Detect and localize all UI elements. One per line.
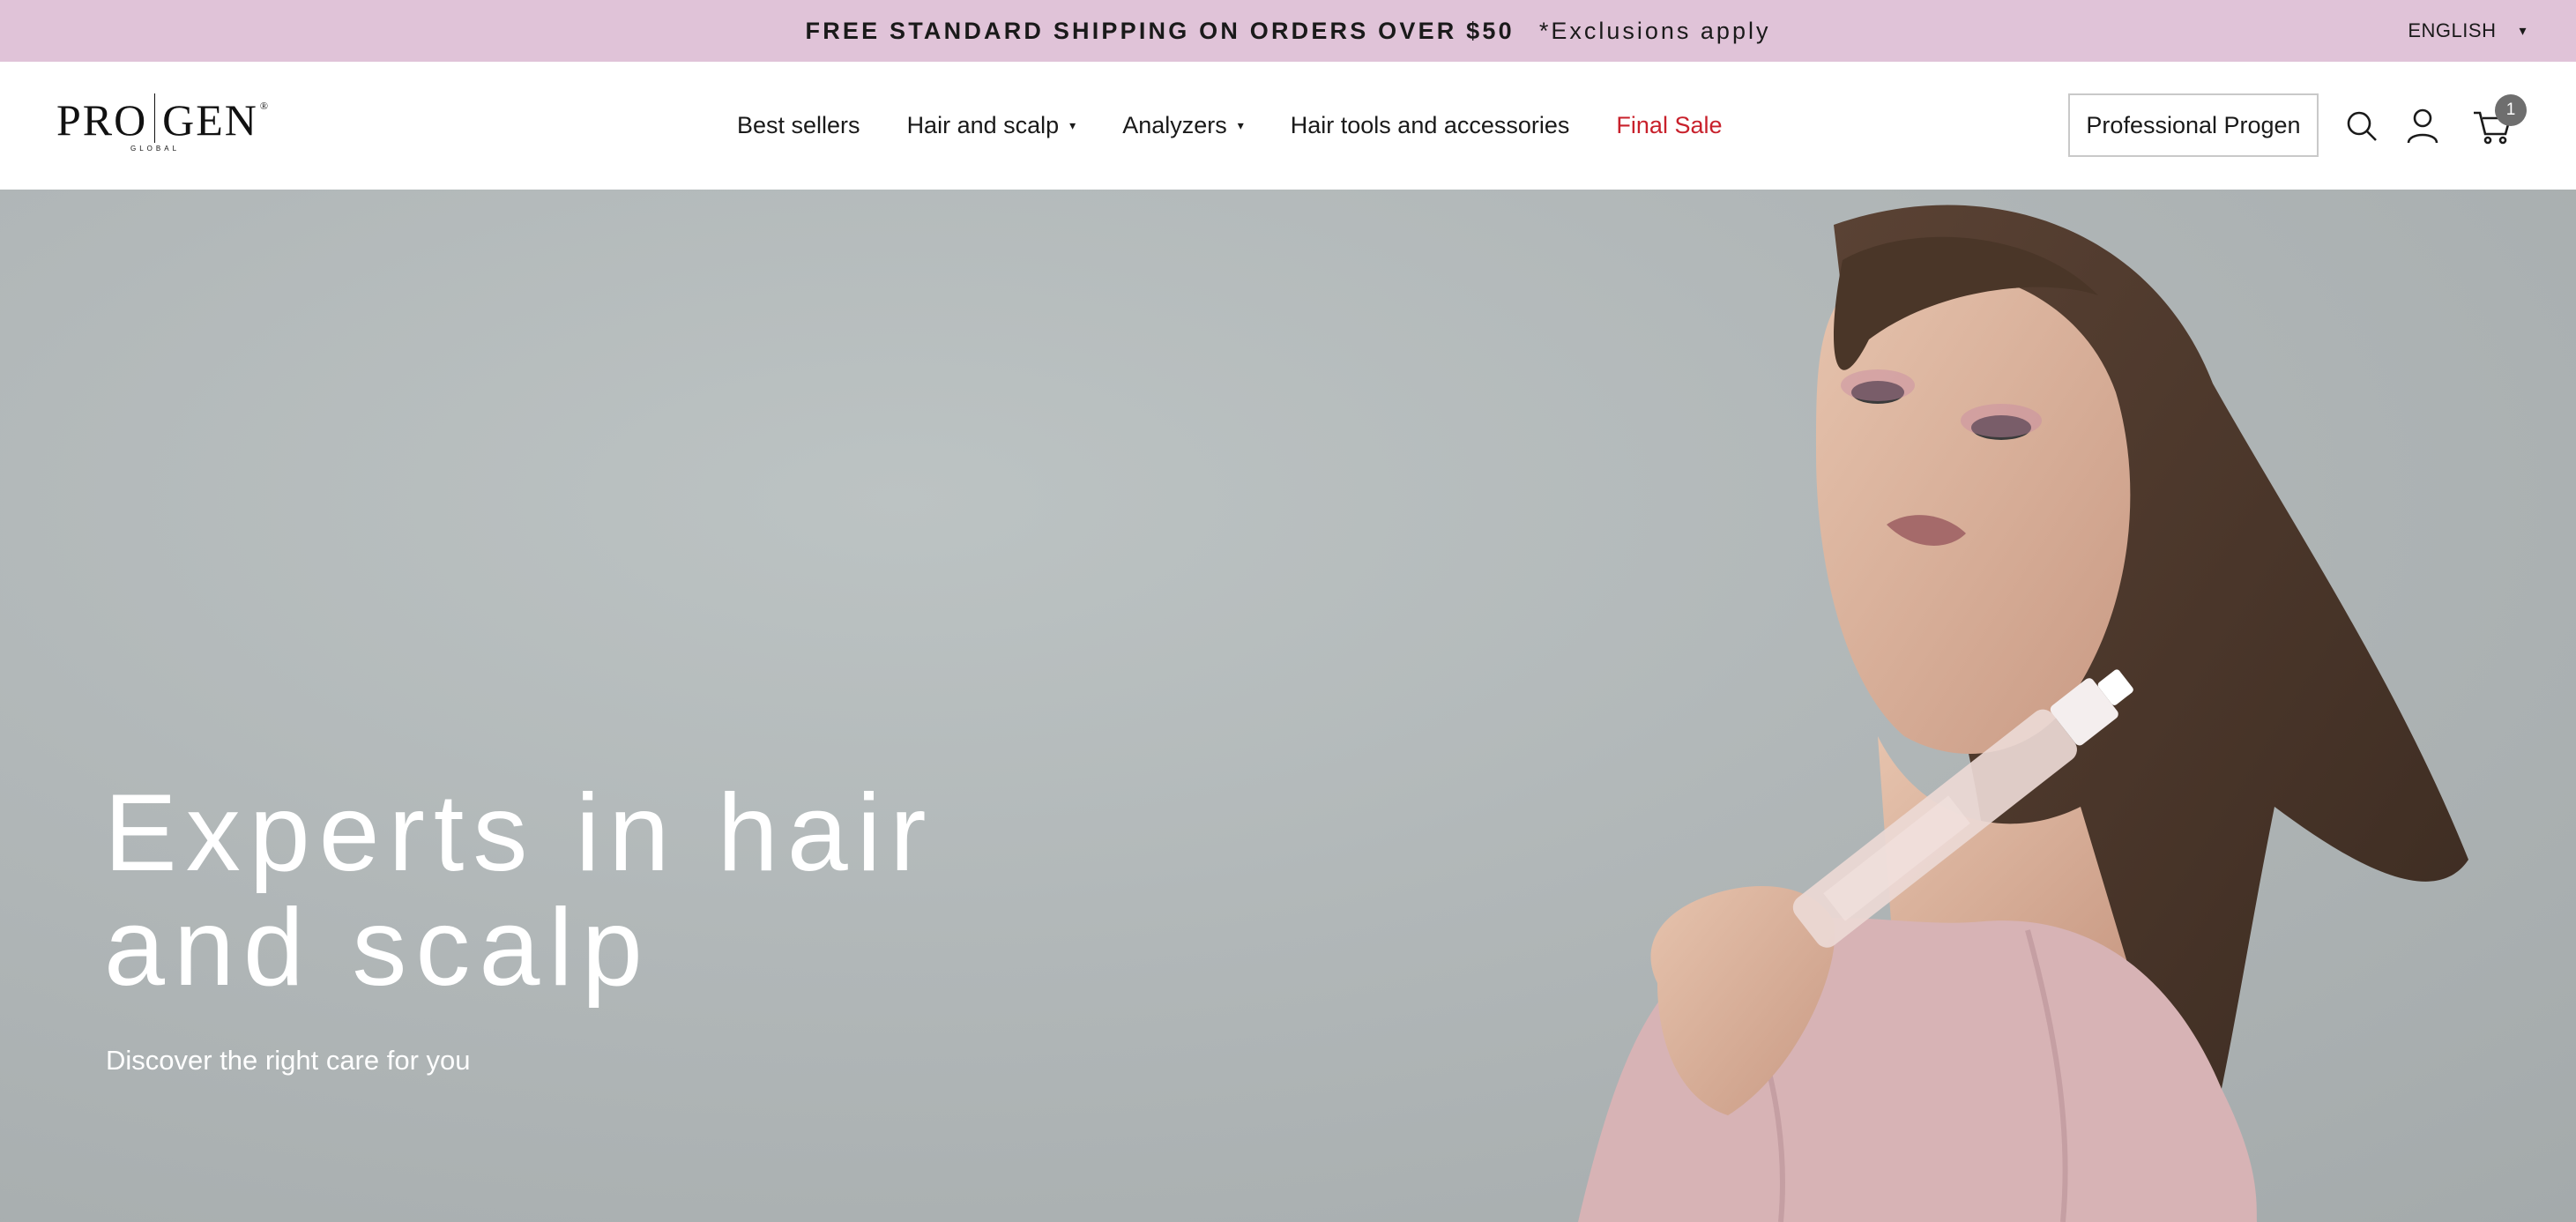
logo-word-right: GEN: [162, 95, 258, 145]
nav-hair-and-scalp[interactable]: Hair and scalp ▾: [907, 112, 1076, 139]
caret-down-icon: ▾: [1237, 118, 1244, 132]
professional-progen-button[interactable]: Professional Progen: [2068, 93, 2319, 157]
shipping-promo: FREE STANDARD SHIPPING ON ORDERS OVER $5…: [805, 17, 1515, 44]
chevron-down-icon: ▾: [2519, 24, 2527, 39]
nav-final-sale[interactable]: Final Sale: [1616, 112, 1722, 139]
logo-wordmark: PRO GEN ®: [56, 93, 270, 145]
site-header: PRO GEN ® GLOBAL Best sellers Hair and s…: [0, 62, 2576, 190]
language-selector[interactable]: ENGLISH ▾: [2408, 0, 2527, 62]
logo-registered-mark: ®: [259, 100, 270, 112]
nav-hair-tools[interactable]: Hair tools and accessories: [1291, 112, 1570, 139]
caret-down-icon: ▾: [1069, 118, 1076, 132]
language-label: ENGLISH: [2408, 19, 2497, 41]
hero-subtitle: Discover the right care for you: [106, 1045, 471, 1076]
logo-word-left: PRO: [56, 95, 148, 145]
nav-best-sellers[interactable]: Best sellers: [737, 112, 860, 139]
announcement-text: FREE STANDARD SHIPPING ON ORDERS OVER $5…: [0, 0, 2576, 62]
nav-label: Hair and scalp: [906, 112, 1060, 138]
nav-label: Best sellers: [737, 112, 860, 138]
main-nav: Best sellers Hair and scalp ▾ Analyzers …: [737, 62, 1723, 190]
exclusions-note: *Exclusions apply: [1538, 17, 1771, 44]
hero-title-line2: and scalp: [104, 887, 651, 1009]
cart-count-badge: 1: [2495, 94, 2527, 126]
hero-title: Experts in hair and scalp: [104, 776, 1074, 1005]
search-icon[interactable]: [2341, 106, 2382, 146]
nav-label: Final Sale: [1616, 112, 1723, 138]
logo-divider: [154, 93, 156, 143]
nav-label: Analyzers: [1122, 112, 1227, 138]
hero-banner[interactable]: Experts in hair and scalp Discover the r…: [0, 190, 2576, 1222]
nav-analyzers[interactable]: Analyzers ▾: [1122, 112, 1244, 139]
progen-logo[interactable]: PRO GEN ® GLOBAL: [56, 93, 270, 157]
hero-title-line1: Experts in hair: [104, 772, 935, 894]
nav-label: Hair tools and accessories: [1290, 112, 1570, 138]
account-icon[interactable]: [2402, 106, 2443, 146]
logo-subtitle: GLOBAL: [130, 145, 181, 153]
announcement-bar: FREE STANDARD SHIPPING ON ORDERS OVER $5…: [0, 0, 2576, 62]
